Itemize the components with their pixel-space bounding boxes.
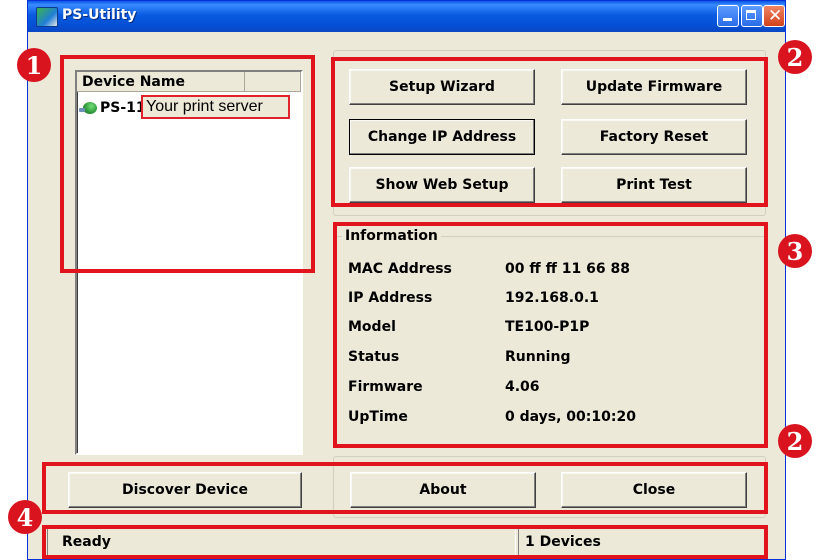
annotation-badge-3: 3	[778, 234, 812, 268]
annotation-box-bottom-buttons	[42, 462, 768, 514]
annotation-box-device-list	[60, 55, 315, 273]
window-title: PS-Utility	[62, 7, 137, 23]
annotation-badge-4: 4	[8, 500, 42, 534]
close-icon: ✕	[768, 6, 783, 26]
annotation-badge-2-top: 2	[778, 40, 812, 74]
title-bar[interactable]: PS-Utility ✕	[28, 1, 785, 32]
annotation-box-status-bar	[42, 525, 768, 559]
close-window-button[interactable]: ✕	[763, 5, 785, 27]
annotation-box-actions	[331, 57, 768, 207]
annotation-box-information	[333, 222, 768, 448]
app-icon	[36, 7, 58, 27]
maximize-button[interactable]	[741, 5, 763, 27]
annotation-badge-1: 1	[17, 48, 51, 82]
annotation-badge-2-bottom: 2	[778, 424, 812, 458]
minimize-button[interactable]	[717, 5, 739, 27]
